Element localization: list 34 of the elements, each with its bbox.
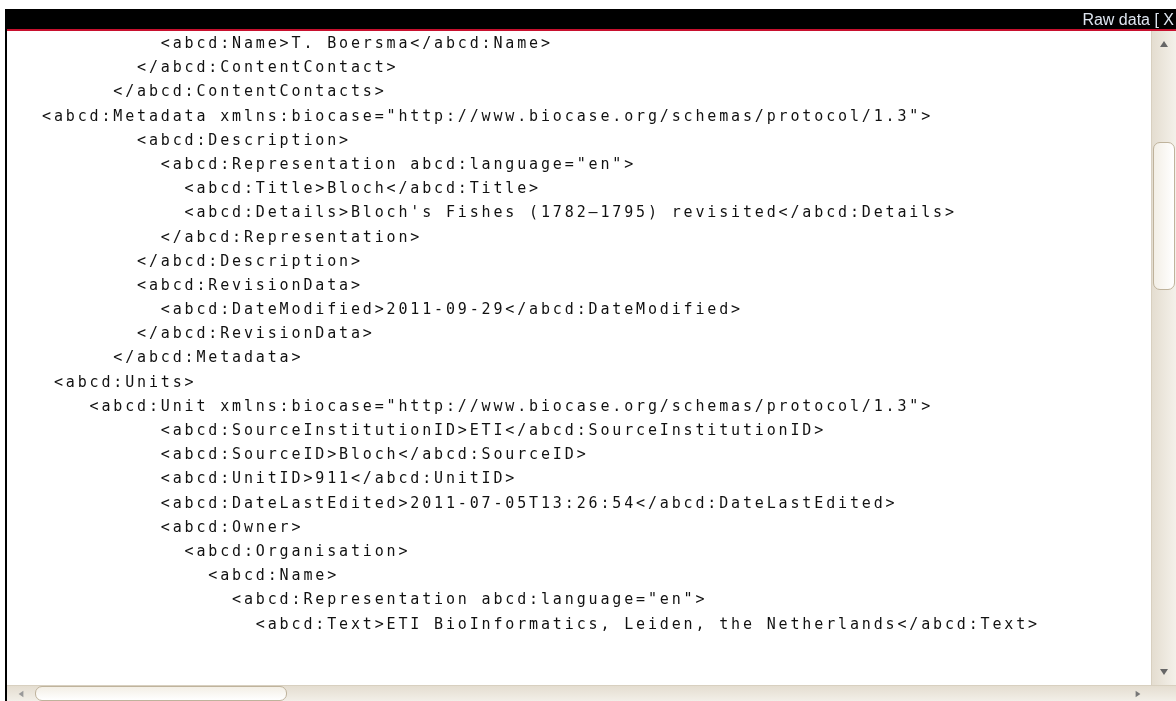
code-line: <abcd:Name>T. Boersma</abcd:Name> [159,33,554,54]
code-line: <abcd:DateLastEdited>2011-07-05T13:26:54</abcd:DateLastEdited> [159,492,899,514]
code-line: <abcd:Text>ETI BioInformatics, Leiden, the Netherlands</abcd:Text> [254,613,1041,635]
code-line: <abcd:Title>Bloch</abcd:Title> [183,178,542,200]
code-line: <abcd:SourceID>Bloch</abcd:SourceID> [159,444,590,466]
code-line: <abcd:Metadata xmlns:biocase="http://www.biocase.org/schemas/protocol/1.3"> [42,105,935,127]
code-line: </abcd:Metadata> [112,347,305,369]
code-line: </abcd:ContentContact> [136,57,400,79]
horizontal-scrollbar[interactable] [7,685,1176,701]
panel-title: Raw data [ X [1082,11,1174,29]
scroll-up-icon[interactable] [1159,39,1169,49]
scroll-right-icon[interactable] [1134,689,1142,698]
scroll-down-icon[interactable] [1159,667,1169,677]
code-line: <abcd:UnitID>911</abcd:UnitID> [159,468,519,490]
code-line: <abcd:Representation abcd:language="en"> [159,153,638,175]
code-line: </abcd:RevisionData> [136,323,376,345]
code-line: <abcd:Description> [136,129,352,151]
scrollbar-thumb[interactable] [35,686,287,701]
code-line: </abcd:Representation> [159,226,424,248]
code-line: <abcd:Unit xmlns:biocase="http://www.biocase.org/schemas/protocol/1.3"> [88,395,935,417]
code-line: <abcd:Name> [207,565,341,587]
code-line: <abcd:SourceInstitutionID>ETI</abcd:SourceInstitutionID> [159,420,828,441]
code-line: <abcd:Representation abcd:language="en"> [231,589,709,611]
code-line: <abcd:Details>Bloch's Fishes (1782–1795) revisited</abcd:Details> [183,202,958,224]
scroll-left-icon[interactable] [17,689,25,698]
code-line: </abcd:Description> [136,250,364,272]
code-line: <abcd:Organisation> [183,540,412,562]
scrollbar-thumb[interactable] [1153,142,1175,290]
code-line: <abcd:DateModified>2011-09-29</abcd:DateModified> [159,299,744,321]
code-line: </abcd:ContentContacts> [112,81,388,103]
code-line: <abcd:RevisionData> [136,274,364,296]
code-line: <abcd:Owner> [159,516,305,538]
vertical-scrollbar[interactable] [1151,31,1176,685]
code-line: <abcd:Units> [52,371,198,393]
